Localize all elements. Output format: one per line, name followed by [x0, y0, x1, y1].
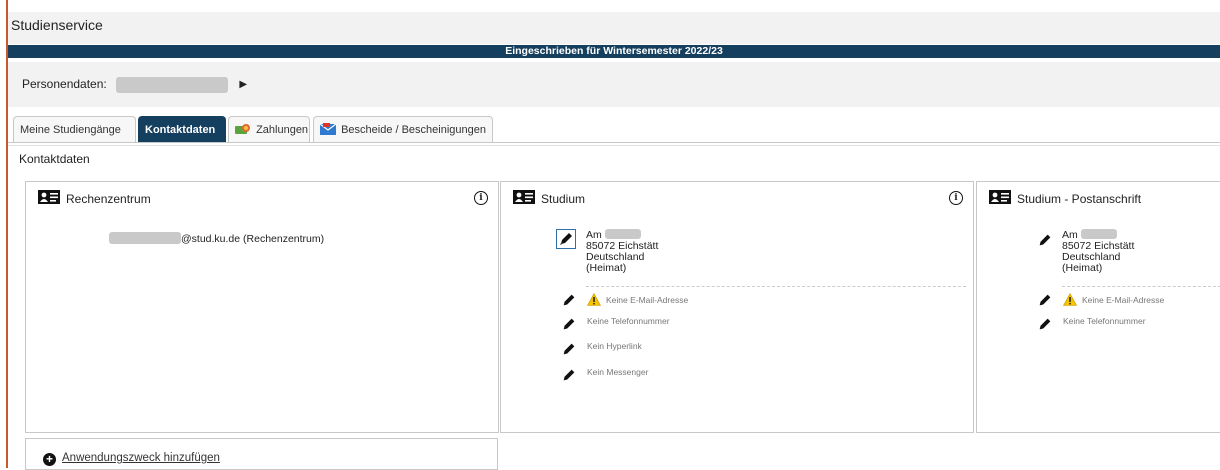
contact-card-icon — [989, 190, 1011, 204]
contact-email: Keine E-Mail-Adresse — [606, 295, 689, 305]
contact-phone: Keine Telefonnummer — [587, 316, 670, 326]
contact-email: Keine E-Mail-Adresse — [1082, 295, 1165, 305]
pencil-icon[interactable] — [1037, 316, 1053, 332]
tab-meine-studiengaenge[interactable]: Meine Studiengänge — [13, 116, 136, 142]
section-title: Kontaktdaten — [19, 152, 90, 166]
edit-address-button[interactable] — [556, 229, 576, 249]
tab-zahlungen[interactable]: Zahlungen — [228, 116, 310, 142]
address-type: (Heimat) — [1062, 262, 1103, 274]
tab-label: Bescheide / Bescheinigungen — [341, 124, 487, 136]
pencil-icon[interactable] — [561, 316, 577, 332]
address-type: (Heimat) — [586, 262, 627, 274]
redacted-email-user — [109, 232, 181, 244]
contact-card-icon — [38, 190, 60, 204]
address-block: Am 85072 Eichstätt Deutschland (Heimat) — [586, 229, 658, 274]
divider — [586, 286, 966, 287]
email-suffix: @stud.ku.de (Rechenzentrum) — [181, 233, 325, 245]
contact-card-icon — [513, 190, 535, 204]
card-title: Studium — [541, 192, 586, 206]
tab-label: Kontaktdaten — [145, 124, 216, 136]
warning-icon — [1063, 293, 1077, 306]
persona-bar[interactable]: Personendaten: ▶ — [8, 62, 1220, 107]
info-icon[interactable]: i — [949, 191, 963, 205]
info-icon[interactable]: i — [474, 191, 488, 205]
page-header: Studienservice — [8, 12, 1220, 44]
tab-bar: Meine Studiengänge Kontaktdaten Zahlunge… — [8, 112, 1220, 143]
redacted-street — [604, 229, 641, 239]
tab-label: Meine Studiengänge — [20, 124, 121, 136]
tab-bescheide[interactable]: Bescheide / Bescheinigungen — [313, 116, 493, 142]
pencil-icon[interactable] — [1037, 232, 1053, 248]
money-icon — [235, 124, 250, 134]
pencil-icon[interactable] — [561, 367, 577, 383]
address-block: Am 85072 Eichstätt Deutschland (Heimat) — [1062, 229, 1134, 274]
redacted-street — [1080, 229, 1117, 239]
tab-label: Zahlungen — [256, 124, 309, 136]
card-rechenzentrum: Rechenzentrum i @stud.ku.de (Rechenzentr… — [25, 181, 499, 433]
card-studium: Studium i Am 85072 Eichstätt Deutschland… — [500, 181, 974, 433]
enrollment-banner: Eingeschrieben für Wintersemester 2022/2… — [8, 45, 1220, 58]
add-purpose-link[interactable]: Anwendungszweck hinzufügen — [62, 452, 220, 464]
plus-circle-icon[interactable]: + — [43, 453, 56, 466]
page-title: Studienservice — [11, 17, 103, 33]
caret-right-icon[interactable]: ▶ — [239, 62, 247, 107]
card-title: Studium - Postanschrift — [1017, 192, 1142, 206]
card-postanschrift: Studium - Postanschrift Am 85072 Eichstä… — [976, 181, 1220, 433]
warning-icon — [587, 293, 601, 306]
card-title: Rechenzentrum — [66, 192, 151, 206]
contact-phone: Keine Telefonnummer — [1063, 316, 1146, 326]
pencil-icon[interactable] — [561, 292, 577, 308]
divider — [1062, 286, 1220, 287]
pencil-icon[interactable] — [1037, 292, 1053, 308]
email-line: @stud.ku.de (Rechenzentrum) — [109, 232, 324, 245]
mail-icon — [320, 123, 336, 135]
pencil-icon[interactable] — [561, 341, 577, 357]
tab-kontaktdaten[interactable]: Kontaktdaten — [138, 116, 226, 142]
persona-label: Personendaten: — [22, 77, 107, 91]
redacted-name — [116, 76, 229, 93]
contact-messenger: Kein Messenger — [587, 367, 649, 377]
pencil-icon — [560, 233, 572, 245]
contact-hyperlink: Kein Hyperlink — [587, 341, 642, 351]
